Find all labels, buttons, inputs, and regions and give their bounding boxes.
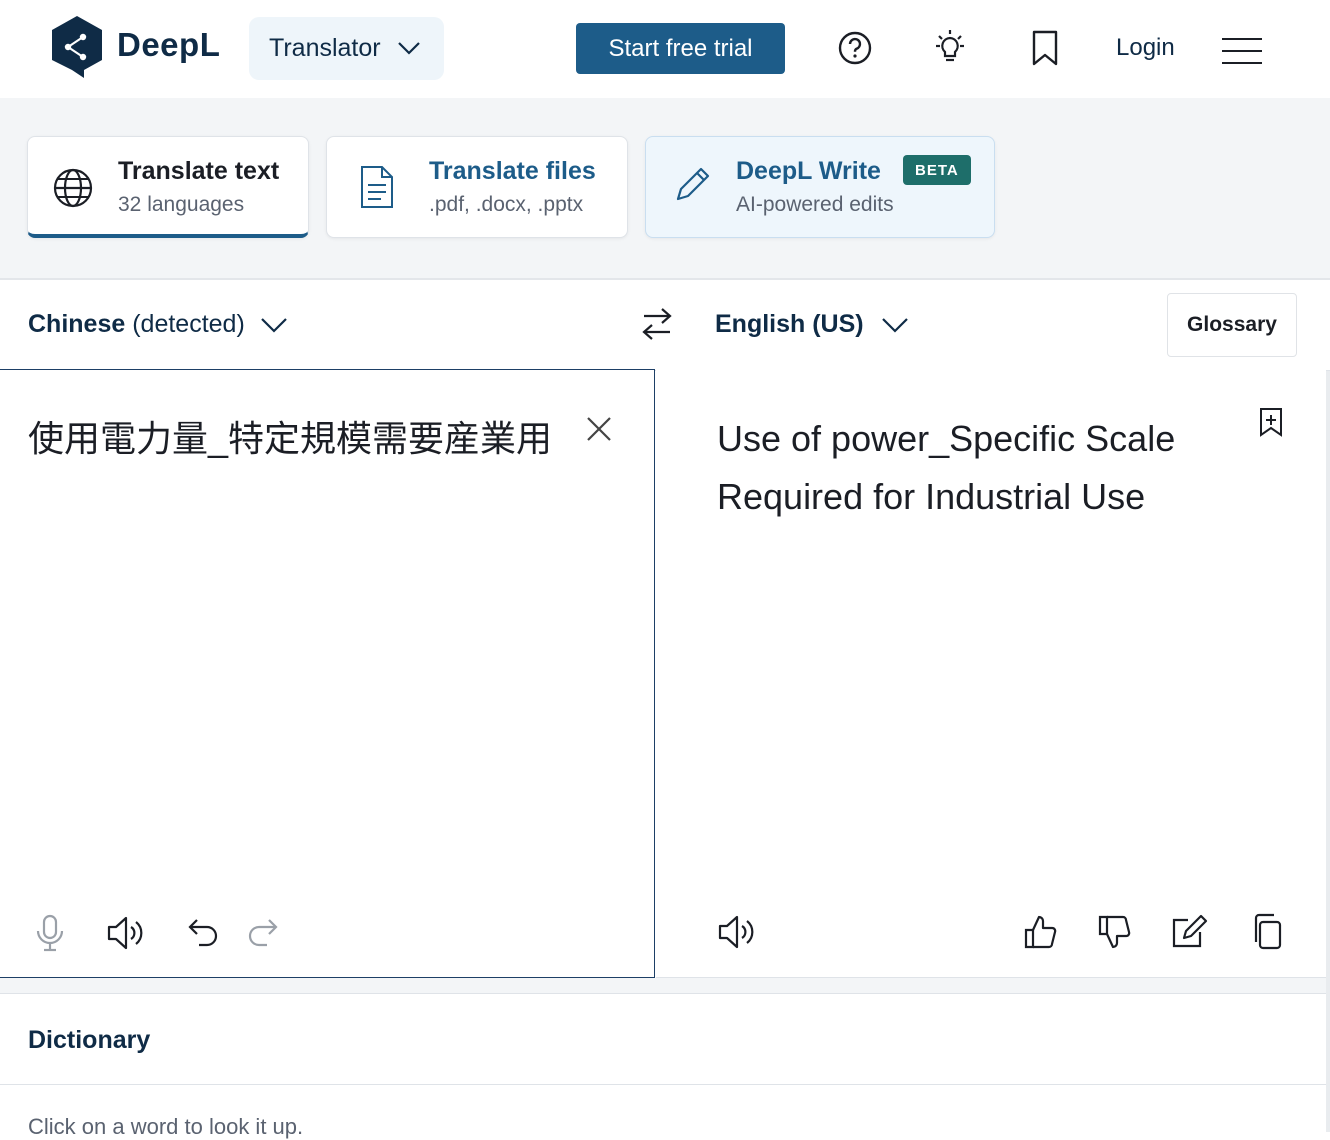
section-divider: [0, 978, 1326, 993]
start-free-trial-button[interactable]: Start free trial: [576, 23, 785, 74]
chevron-down-icon: [881, 318, 908, 333]
translate-files-title: Translate files: [429, 157, 596, 185]
mode-selector: Translate text 32 languages Translate fi…: [0, 98, 1330, 280]
source-text-input[interactable]: 使用電力量_特定規模需要産業用: [28, 410, 558, 468]
top-header: DeepL Translator Start free trial Login: [0, 0, 1330, 98]
lightbulb-icon[interactable]: [930, 28, 970, 68]
chevron-down-icon: [260, 318, 287, 333]
target-text-panel: Use of power_Specific Scale Required for…: [656, 370, 1326, 978]
pencil-icon: [676, 167, 710, 201]
target-language-selector[interactable]: English (US): [715, 310, 909, 339]
product-dropdown-label: Translator: [269, 34, 381, 62]
translate-files-subtitle: .pdf, .docx, .pptx: [429, 193, 584, 216]
product-dropdown[interactable]: Translator: [249, 17, 444, 80]
bookmark-icon[interactable]: [1026, 28, 1066, 68]
source-language-name: Chinese: [28, 310, 126, 338]
translate-text-tab[interactable]: Translate text 32 languages: [27, 136, 309, 238]
deepl-write-subtitle: AI-powered edits: [736, 193, 894, 216]
copy-icon[interactable]: [1248, 912, 1288, 952]
source-text-panel[interactable]: 使用電力量_特定規模需要産業用: [0, 369, 655, 978]
deepl-logo-icon[interactable]: [50, 14, 104, 80]
speaker-icon[interactable]: [105, 913, 145, 953]
translate-text-title: Translate text: [118, 157, 280, 185]
dictionary-hint: Click on a word to look it up.: [28, 1114, 304, 1139]
translate-text-subtitle: 32 languages: [118, 193, 245, 216]
deepl-write-title: DeepL Write: [736, 157, 881, 185]
undo-icon[interactable]: [181, 913, 221, 953]
deepl-write-tab[interactable]: DeepL Write BETA AI-powered edits: [645, 136, 995, 238]
edit-icon[interactable]: [1170, 912, 1210, 952]
translate-files-tab[interactable]: Translate files .pdf, .docx, .pptx: [326, 136, 628, 238]
detected-label: (detected): [132, 310, 245, 338]
redo-icon[interactable]: [245, 913, 285, 953]
document-icon: [361, 166, 393, 208]
brand-name[interactable]: DeepL: [117, 26, 220, 64]
speaker-icon[interactable]: [716, 912, 756, 952]
beta-badge: BETA: [903, 155, 971, 185]
swap-languages-icon[interactable]: [640, 306, 674, 342]
target-language-name: English (US): [715, 310, 864, 338]
language-bar: Chinese (detected) English (US) Glossary: [0, 280, 1330, 371]
divider: [0, 1084, 1326, 1085]
clear-text-icon[interactable]: [585, 415, 613, 443]
chevron-down-icon: [398, 42, 420, 55]
help-icon[interactable]: [835, 28, 875, 68]
dictionary-section: Dictionary Click on a word to look it up…: [0, 993, 1326, 1139]
thumbs-up-icon[interactable]: [1020, 912, 1060, 952]
source-language-selector[interactable]: Chinese (detected): [28, 310, 288, 339]
dictionary-title: Dictionary: [28, 1026, 151, 1054]
globe-icon: [53, 168, 93, 208]
menu-icon[interactable]: [1220, 36, 1264, 66]
translated-text[interactable]: Use of power_Specific Scale Required for…: [717, 410, 1237, 526]
thumbs-down-icon[interactable]: [1094, 912, 1134, 952]
microphone-icon[interactable]: [30, 913, 70, 953]
login-link[interactable]: Login: [1116, 34, 1175, 62]
glossary-button[interactable]: Glossary: [1167, 293, 1297, 357]
add-bookmark-icon[interactable]: [1258, 407, 1284, 437]
